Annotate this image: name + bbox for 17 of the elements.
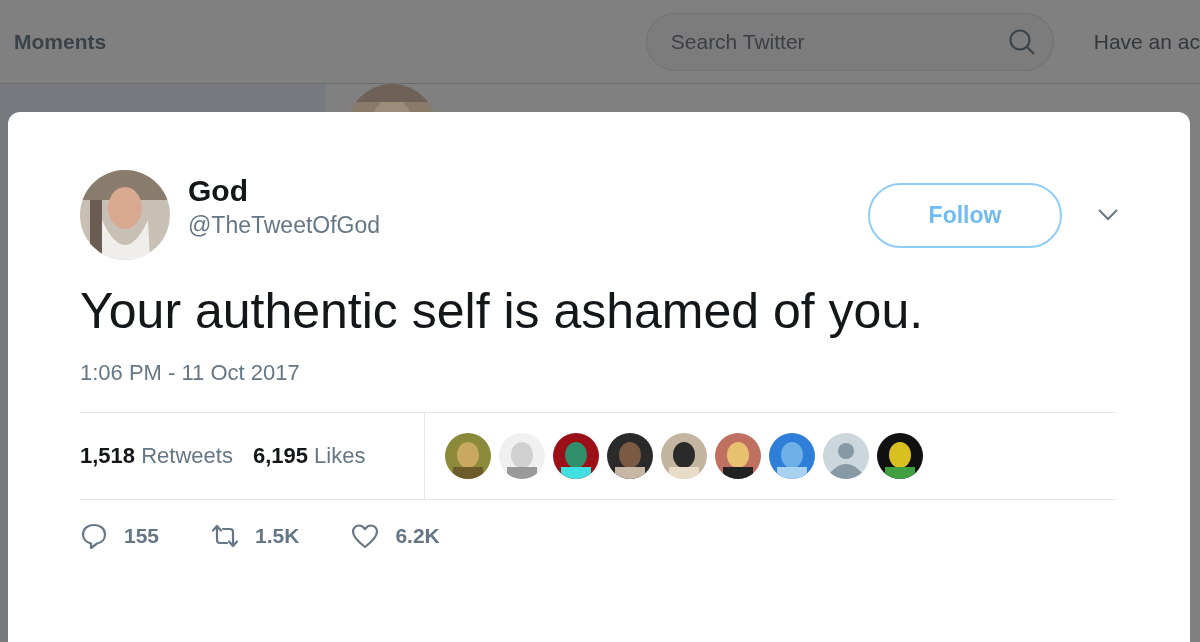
- default-avatar-icon: [823, 433, 869, 479]
- action-count: 6.2K: [395, 524, 440, 548]
- tweet-text: Your authentic self is ashamed of you.: [80, 282, 925, 340]
- author-handle[interactable]: @TheTweetOfGod: [188, 211, 381, 239]
- account-prompt[interactable]: Have an ac: [1093, 29, 1200, 54]
- nav-item[interactable]: Moments: [14, 29, 107, 54]
- stat-count[interactable]: 6,195 Likes: [252, 443, 366, 469]
- search-icon[interactable]: [1007, 27, 1036, 56]
- retweet-icon[interactable]: [211, 522, 240, 550]
- action-count: 1.5K: [255, 524, 300, 548]
- author-name[interactable]: God: [188, 173, 381, 208]
- reply-icon[interactable]: [80, 522, 108, 550]
- search-field[interactable]: Search Twitter: [645, 12, 1054, 71]
- stat-count[interactable]: 1,518 Retweets: [80, 443, 233, 469]
- action-count: 155: [124, 524, 160, 548]
- timestamp[interactable]: 1:06 PM - 11 Oct 2017: [80, 360, 1190, 386]
- heart-icon[interactable]: [351, 522, 380, 550]
